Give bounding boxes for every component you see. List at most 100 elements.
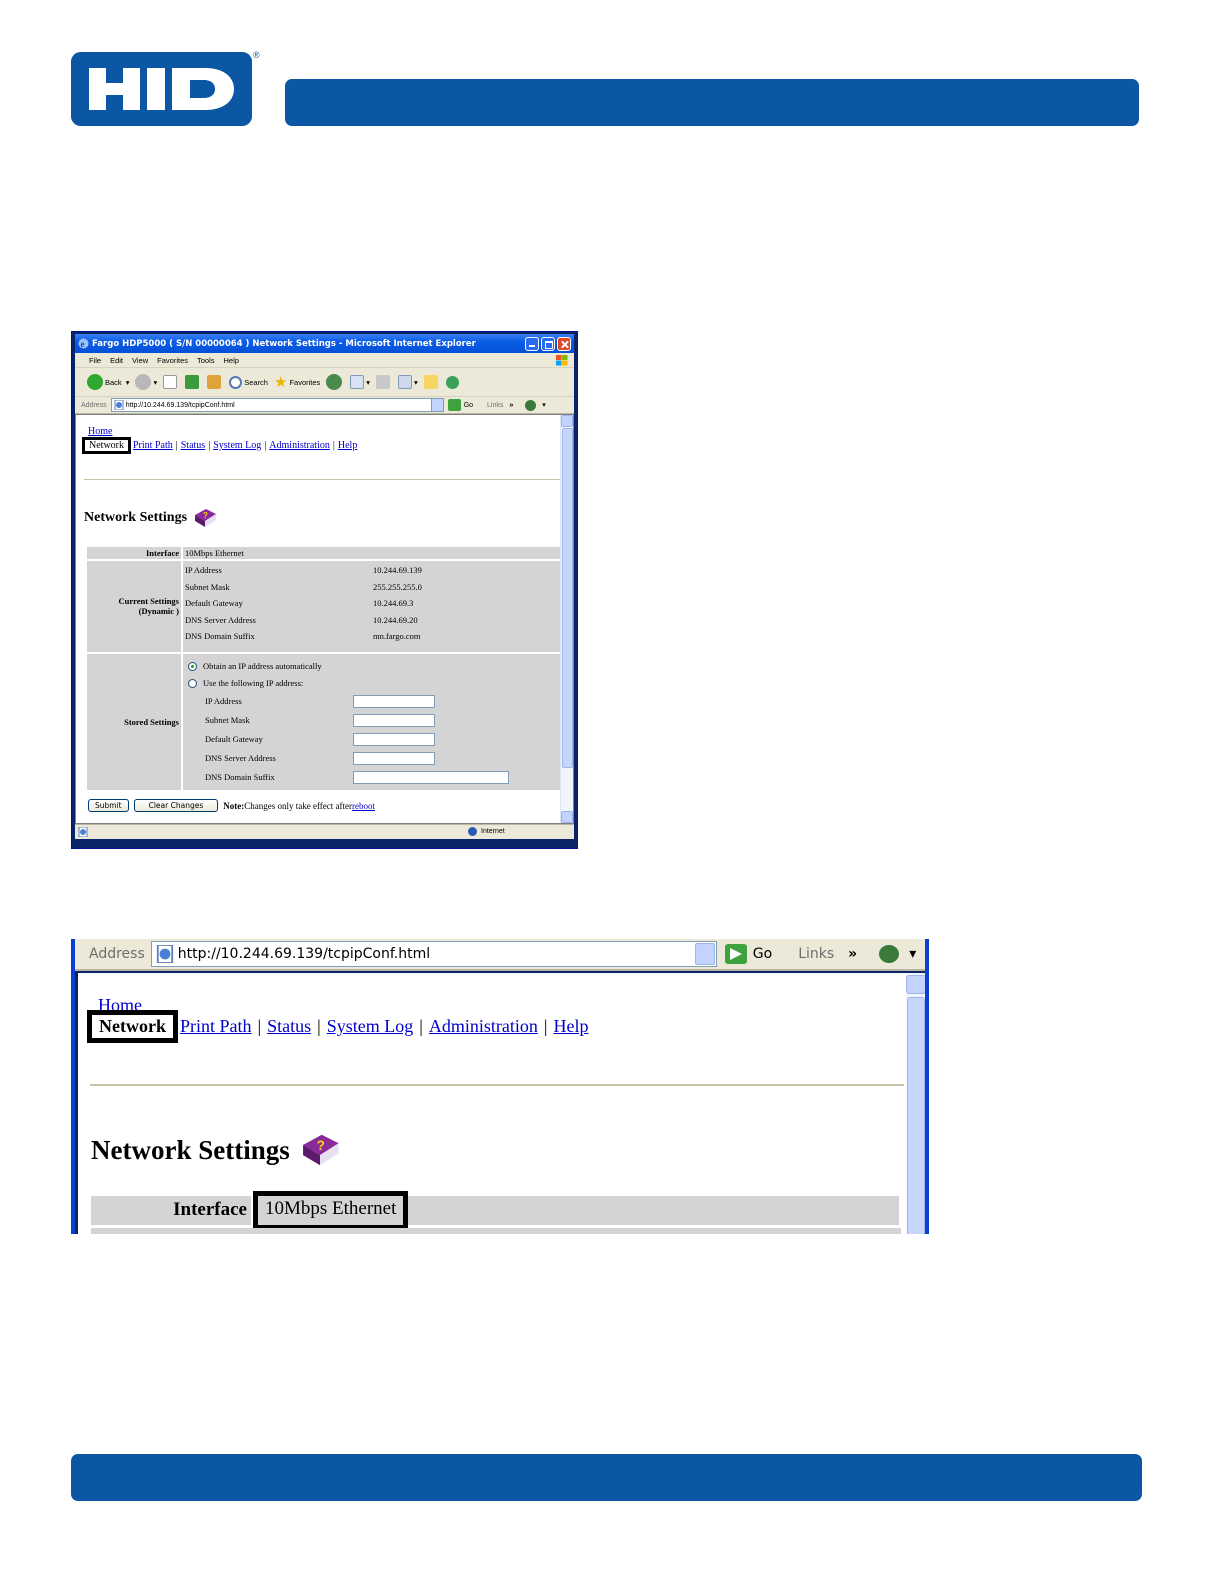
page-icon — [114, 400, 124, 410]
go-button[interactable]: Go — [447, 399, 473, 411]
zoom-nav-help-link[interactable]: Help — [553, 1016, 588, 1037]
scroll-up-button[interactable] — [561, 415, 573, 427]
close-button[interactable] — [557, 336, 571, 351]
zoom-nav-administration-link[interactable]: Administration — [429, 1016, 538, 1037]
stored-ip-input[interactable] — [353, 694, 435, 708]
globe-icon — [468, 827, 477, 836]
menu-favorites[interactable]: Favorites — [157, 356, 188, 365]
radio-manual[interactable] — [188, 678, 197, 688]
discuss-button[interactable] — [423, 375, 440, 389]
nav-status-link[interactable]: Status — [181, 440, 205, 451]
history-button[interactable] — [326, 374, 344, 390]
scroll-thumb[interactable] — [562, 428, 573, 768]
zoom-help-book-icon[interactable]: ? — [298, 1131, 342, 1169]
menu-tools[interactable]: Tools — [197, 356, 215, 365]
back-button[interactable]: Back ▾ — [87, 374, 129, 390]
minimize-button[interactable] — [525, 336, 539, 351]
radio-manual-row[interactable]: Use the following IP address: — [185, 675, 560, 692]
stored-subnet-input[interactable] — [353, 713, 435, 727]
home-button[interactable] — [207, 375, 223, 389]
search-button[interactable]: Search — [229, 375, 268, 389]
radio-auto-row[interactable]: Obtain an IP address automatically — [185, 658, 560, 675]
print-button[interactable] — [376, 375, 392, 389]
favorites-button[interactable]: ★ Favorites — [274, 373, 320, 391]
zoom-extension-button[interactable]: ▾ — [879, 945, 916, 963]
nav-print-path-link[interactable]: Print Path — [133, 440, 173, 451]
links-label[interactable]: Links — [487, 402, 503, 409]
clear-changes-button[interactable]: Clear Changes — [133, 799, 219, 812]
radio-auto[interactable] — [188, 661, 197, 671]
interface-row: Interface 10Mbps Ethernet — [87, 547, 562, 559]
zoom-page-content: Home Network Print Path | Status | Syste… — [78, 973, 906, 1234]
maximize-button[interactable] — [541, 336, 555, 351]
current-dns-value: 10.244.69.20 — [373, 614, 418, 625]
header-bar — [285, 79, 1139, 126]
stop-button[interactable] — [163, 375, 179, 389]
zoom-interface-value: 10Mbps Ethernet — [253, 1191, 409, 1230]
current-suffix-value: mn.fargo.com — [373, 631, 421, 641]
stop-icon — [163, 375, 178, 389]
form-buttons: Submit Clear Changes Note: Changes only … — [88, 799, 375, 812]
zoom-nav-separator: | — [317, 1016, 321, 1036]
nav-administration-link[interactable]: Administration — [269, 440, 330, 451]
messenger-button[interactable] — [445, 375, 461, 389]
extension-icon[interactable] — [525, 399, 537, 411]
submit-button[interactable]: Submit — [88, 799, 129, 812]
nav-system-log-link[interactable]: System Log — [213, 440, 261, 451]
stored-dns-row: DNS Server Address — [185, 749, 560, 768]
zoom-nav-network-active[interactable]: Network — [87, 1010, 178, 1043]
favorites-label: Favorites — [289, 377, 321, 387]
nav-home-link[interactable]: Home — [88, 426, 112, 437]
address-bar: Address http://10.244.69.139/tcpipConf.h… — [75, 397, 574, 414]
zoom-next-row — [91, 1228, 901, 1234]
current-suffix-label: DNS Domain Suffix — [185, 631, 255, 641]
menu-help[interactable]: Help — [224, 356, 239, 365]
zoom-nav-print-path-link[interactable]: Print Path — [180, 1016, 252, 1037]
help-book-icon[interactable]: ? — [192, 507, 218, 529]
address-input[interactable]: http://10.244.69.139/tcpipConf.html — [110, 398, 444, 412]
scroll-down-button[interactable] — [561, 811, 573, 823]
links-chevron[interactable]: » — [509, 402, 513, 409]
address-dropdown-icon[interactable] — [430, 399, 443, 411]
nav-network-active[interactable]: Network — [82, 437, 131, 454]
refresh-button[interactable] — [185, 375, 201, 389]
browser-chrome: File Edit View Favorites Tools Help Back… — [75, 353, 574, 414]
nav-help-link[interactable]: Help — [338, 440, 357, 451]
zoom-interface-cell: 10Mbps Ethernet — [253, 1191, 899, 1230]
stored-suffix-row: DNS Domain Suffix — [185, 768, 560, 787]
zoom-address-dropdown-icon[interactable] — [694, 943, 715, 965]
forward-arrow-icon — [135, 374, 152, 390]
current-settings-label-line1: Current Settings — [118, 596, 179, 607]
zoom-nav-system-log-link[interactable]: System Log — [327, 1016, 414, 1037]
interface-label: Interface — [87, 547, 181, 559]
menu-edit[interactable]: Edit — [110, 356, 123, 365]
zoom-vertical-scrollbar[interactable] — [906, 973, 925, 1234]
zoom-scroll-thumb[interactable] — [907, 997, 925, 1234]
zoom-links-chevron[interactable]: » — [848, 946, 857, 962]
stored-ip-label: IP Address — [205, 696, 242, 706]
refresh-icon — [185, 375, 200, 389]
extension-dropdown-icon[interactable]: ▾ — [542, 401, 546, 409]
stored-settings-label: Stored Settings — [87, 653, 181, 790]
menu-file[interactable]: File — [89, 356, 101, 365]
zoom-scroll-up-button[interactable] — [906, 975, 925, 994]
stored-suffix-input[interactable] — [353, 770, 509, 784]
forward-button[interactable]: ▾ — [135, 374, 157, 390]
zoom-address-input[interactable]: http://10.244.69.139/tcpipConf.html — [150, 941, 717, 967]
status-zone-label: Internet — [481, 828, 505, 835]
stored-subnet-row: Subnet Mask — [185, 711, 560, 730]
stored-gateway-input[interactable] — [353, 732, 435, 746]
stored-dns-input[interactable] — [353, 751, 435, 765]
svg-text:e: e — [81, 339, 85, 349]
zoom-interface-label: Interface — [91, 1196, 251, 1225]
menu-view[interactable]: View — [132, 356, 148, 365]
zoom-links-label[interactable]: Links — [798, 946, 834, 962]
edit-button[interactable]: ▾ — [398, 375, 418, 389]
reboot-link[interactable]: reboot — [352, 801, 375, 811]
zoom-nav-status-link[interactable]: Status — [267, 1016, 311, 1037]
current-settings-label-line2: (Dynamic ) — [138, 606, 179, 617]
vertical-scrollbar[interactable] — [560, 415, 573, 823]
mail-button[interactable]: ▾ — [350, 375, 370, 389]
search-icon — [229, 375, 243, 389]
zoom-go-button[interactable]: Go — [724, 944, 772, 964]
